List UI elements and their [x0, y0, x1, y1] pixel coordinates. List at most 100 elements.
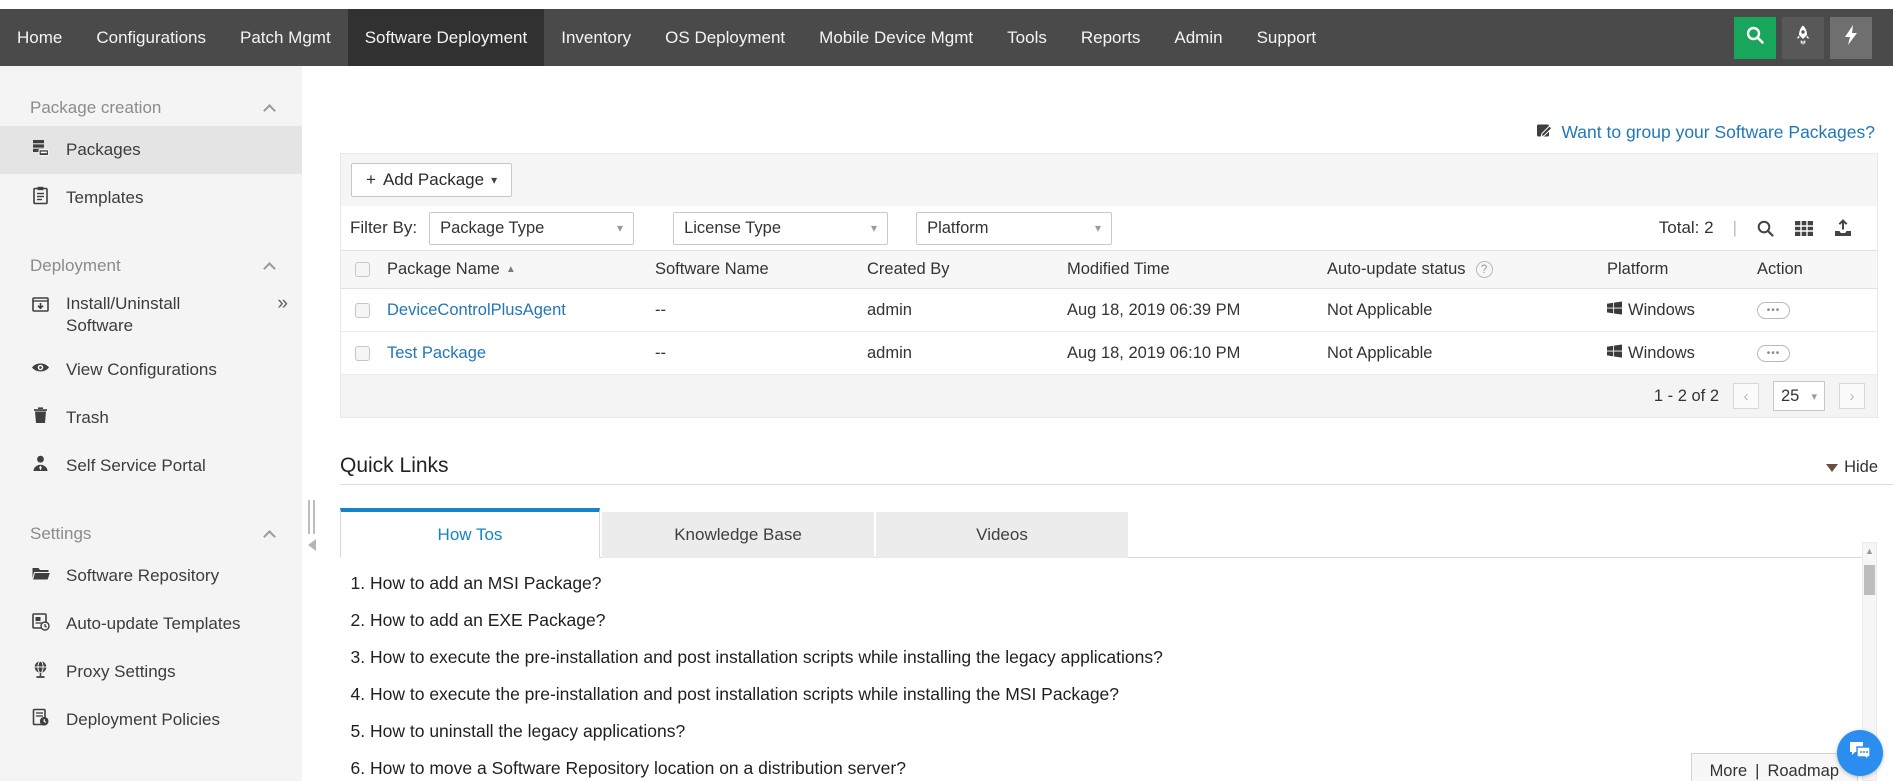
sidebar-item-trash[interactable]: Trash — [0, 394, 302, 442]
list-actions: Total: 2 | — [1659, 218, 1853, 238]
sidebar-item-deployment-policies[interactable]: Deployment Policies — [0, 696, 302, 744]
search-list-icon[interactable] — [1756, 219, 1775, 238]
packages-toolbar: + Add Package ▾ — [341, 154, 1877, 206]
nav-item-inventory[interactable]: Inventory — [544, 9, 648, 66]
column-header-software-name[interactable]: Software Name — [655, 260, 867, 279]
nav-item-tools[interactable]: Tools — [990, 9, 1064, 66]
column-header-platform[interactable]: Platform — [1607, 260, 1757, 279]
export-icon[interactable] — [1833, 219, 1853, 238]
sidebar-item-auto-update-templates[interactable]: Auto-update Templates — [0, 600, 302, 648]
hide-quick-links-button[interactable]: Hide — [1826, 458, 1878, 477]
getting-started-button[interactable] — [1782, 17, 1824, 59]
quick-actions-button[interactable] — [1830, 17, 1872, 59]
sidebar-spacer — [0, 490, 302, 516]
select-value: Platform — [927, 219, 988, 238]
double-chevron-icon[interactable]: » — [277, 284, 288, 315]
scrollbar-thumb[interactable] — [1864, 565, 1875, 595]
how-to-link[interactable]: How to add an EXE Package? — [370, 609, 1833, 632]
quick-links-tabs: How Tos Knowledge Base Videos — [340, 508, 1877, 558]
column-header-package-name[interactable]: Package Name ▲ — [387, 260, 655, 279]
sidebar-item-view-configurations[interactable]: View Configurations — [0, 346, 302, 394]
nav-item-home[interactable]: Home — [0, 9, 79, 66]
select-value: Package Type — [440, 219, 544, 238]
sidebar-section-settings[interactable]: Settings — [0, 516, 302, 552]
column-chooser-icon[interactable] — [1794, 220, 1814, 237]
nav-item-support[interactable]: Support — [1240, 9, 1334, 66]
previous-page-button[interactable]: ‹ — [1733, 383, 1759, 409]
help-icon[interactable]: ? — [1476, 261, 1493, 278]
sidebar-item-label: Templates — [66, 187, 143, 209]
total-count: Total: 2 — [1659, 218, 1714, 238]
column-header-auto-update-status[interactable]: Auto-update status ? — [1327, 260, 1607, 279]
row-actions-button[interactable]: ••• — [1757, 345, 1790, 362]
page-size-select[interactable]: 25 ▾ — [1773, 381, 1825, 411]
section-header-label: Package creation — [30, 98, 161, 118]
sidebar-item-install-uninstall-software[interactable]: Install/Uninstall Software » — [0, 284, 302, 346]
caret-down-icon: ▾ — [1095, 221, 1101, 235]
sidebar-section-package-creation[interactable]: Package creation — [0, 90, 302, 126]
column-label: Package Name — [387, 260, 500, 279]
nav-item-reports[interactable]: Reports — [1064, 9, 1158, 66]
sidebar-spacer — [0, 222, 302, 248]
policies-icon — [30, 707, 51, 734]
panel-resize-handle[interactable] — [308, 500, 315, 534]
collapse-chevron-icon[interactable] — [263, 530, 276, 543]
nav-item-software-deployment[interactable]: Software Deployment — [348, 9, 545, 66]
license-type-select[interactable]: License Type ▾ — [673, 212, 888, 245]
platform-label: Windows — [1628, 301, 1695, 320]
created-by-cell: admin — [867, 301, 1067, 320]
sidebar-section-deployment[interactable]: Deployment — [0, 248, 302, 284]
created-by-cell: admin — [867, 344, 1067, 363]
column-label: Modified Time — [1067, 260, 1170, 279]
nav-item-os-deployment[interactable]: OS Deployment — [648, 9, 802, 66]
tab-how-tos[interactable]: How Tos — [340, 508, 600, 558]
row-checkbox[interactable] — [355, 346, 370, 361]
column-header-created-by[interactable]: Created By — [867, 260, 1067, 279]
nav-item-patch-mgmt[interactable]: Patch Mgmt — [223, 9, 348, 66]
lightning-icon — [1841, 24, 1861, 51]
platform-select[interactable]: Platform ▾ — [916, 212, 1112, 245]
modified-time-cell: Aug 18, 2019 06:39 PM — [1067, 301, 1327, 320]
select-all-checkbox[interactable] — [355, 262, 370, 277]
pagination-bar: 1 - 2 of 2 ‹ 25 ▾ › — [341, 375, 1877, 417]
how-to-link[interactable]: How to execute the pre-installation and … — [370, 646, 1833, 669]
caret-down-icon: ▾ — [1811, 390, 1817, 403]
sidebar-item-proxy-settings[interactable]: Proxy Settings — [0, 648, 302, 696]
sidebar-item-packages[interactable]: Packages — [0, 126, 302, 174]
how-to-link[interactable]: How to move a Software Repository locati… — [370, 757, 1833, 780]
how-to-link[interactable]: How to execute the pre-installation and … — [370, 683, 1833, 706]
tab-videos[interactable]: Videos — [876, 512, 1128, 558]
sidebar-item-self-service-portal[interactable]: Self Service Portal — [0, 442, 302, 490]
row-checkbox[interactable] — [355, 303, 370, 318]
top-nav: Home Configurations Patch Mgmt Software … — [0, 9, 1893, 66]
chat-button[interactable] — [1837, 730, 1883, 776]
how-to-link[interactable]: How to uninstall the legacy applications… — [370, 720, 1833, 743]
group-packages-link[interactable]: Want to group your Software Packages? — [1536, 121, 1875, 143]
collapse-chevron-icon[interactable] — [263, 104, 276, 117]
sidebar-item-software-repository[interactable]: Software Repository — [0, 552, 302, 600]
row-actions-button[interactable]: ••• — [1757, 302, 1790, 319]
collapse-left-icon[interactable] — [308, 539, 316, 551]
search-button[interactable] — [1734, 17, 1776, 59]
divider — [340, 484, 1893, 485]
nav-item-configurations[interactable]: Configurations — [79, 9, 223, 66]
roadmap-link[interactable]: Roadmap — [1767, 762, 1839, 781]
package-name-link[interactable]: Test Package — [387, 344, 486, 363]
column-header-modified-time[interactable]: Modified Time — [1067, 260, 1327, 279]
templates-icon — [30, 185, 51, 212]
package-type-select[interactable]: Package Type ▾ — [429, 212, 634, 245]
caret-down-icon: ▾ — [871, 221, 877, 235]
tab-knowledge-base[interactable]: Knowledge Base — [602, 512, 874, 558]
more-link[interactable]: More — [1710, 762, 1748, 781]
add-package-button[interactable]: + Add Package ▾ — [351, 163, 512, 197]
how-to-link[interactable]: How to add an MSI Package? — [370, 572, 1833, 595]
scroll-up-icon[interactable]: ▲ — [1865, 543, 1874, 559]
filter-row: Filter By: Package Type ▾ License Type ▾… — [341, 206, 1877, 250]
next-page-button[interactable]: › — [1839, 383, 1865, 409]
package-name-link[interactable]: DeviceControlPlusAgent — [387, 301, 566, 320]
sidebar-item-templates[interactable]: Templates — [0, 174, 302, 222]
quick-links-title: Quick Links — [340, 454, 449, 478]
collapse-chevron-icon[interactable] — [263, 262, 276, 275]
nav-item-mobile-device-mgmt[interactable]: Mobile Device Mgmt — [802, 9, 990, 66]
nav-item-admin[interactable]: Admin — [1157, 9, 1239, 66]
